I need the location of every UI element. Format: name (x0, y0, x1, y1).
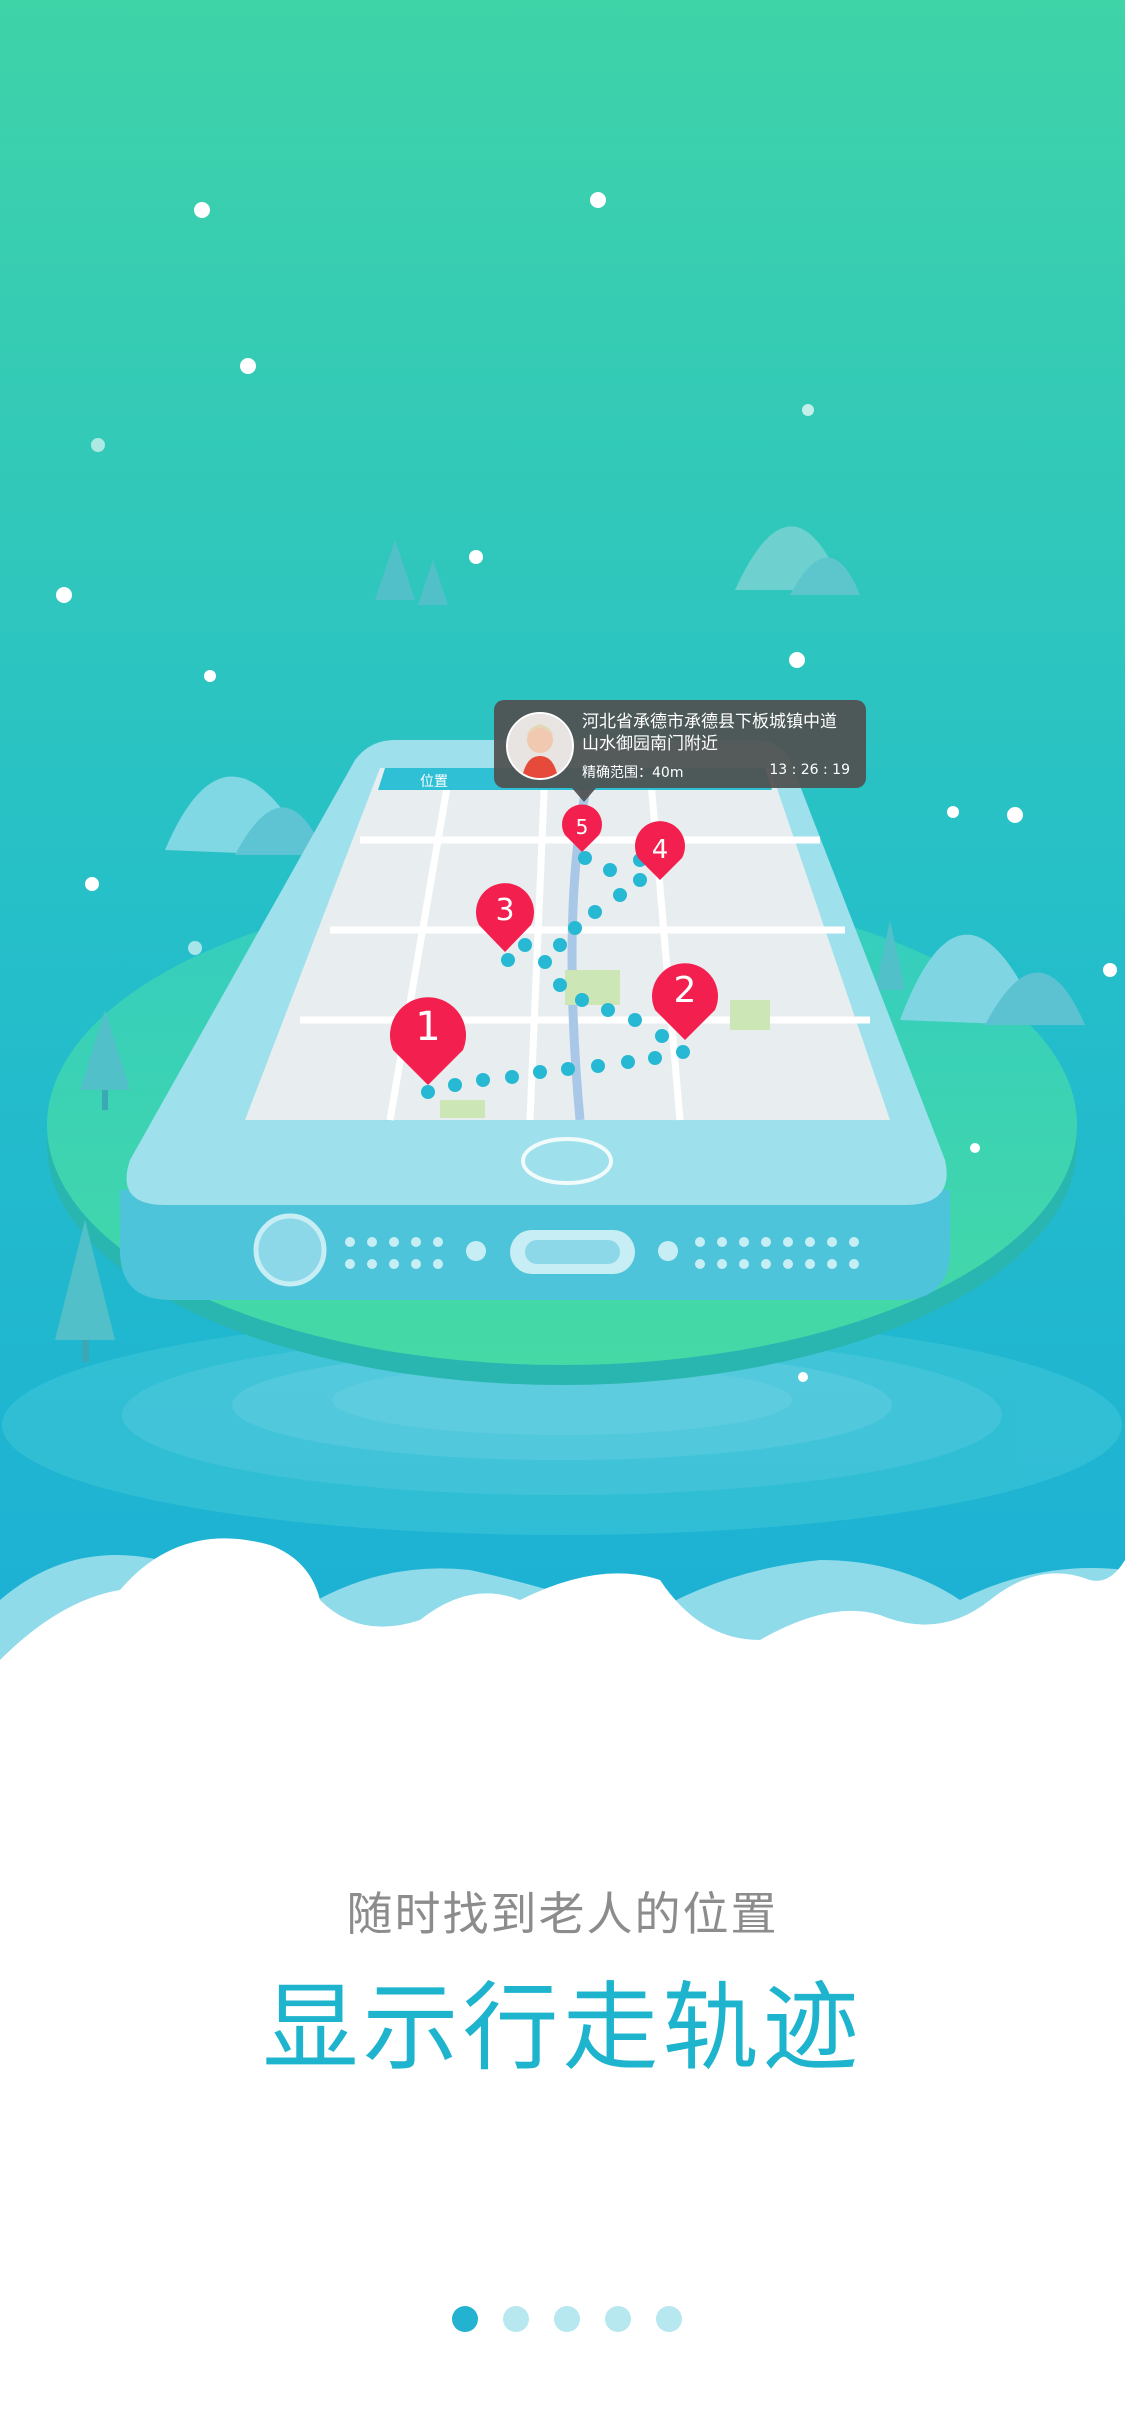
pin-label: 5 (576, 815, 589, 839)
page-dot-2[interactable] (503, 2306, 529, 2332)
timestamp: 13 : 26 : 19 (769, 762, 850, 778)
address-line-2: 山水御园南门附近 (582, 734, 718, 754)
page-dot-1[interactable] (452, 2306, 478, 2332)
avatar (506, 712, 574, 780)
phone-header-title: 位置 (420, 774, 448, 790)
location-tooltip[interactable]: 河北省承德市承德县下板城镇中道 山水御园南门附近 精确范围：40m 13 : 2… (494, 700, 866, 802)
illustration: 位置 1 2 3 4 5 (0, 0, 1125, 1680)
pin-label: 3 (495, 893, 514, 928)
page-dot-3[interactable] (554, 2306, 580, 2332)
subtitle: 随时找到老人的位置 (346, 1887, 779, 1941)
pin-label: 4 (652, 835, 669, 865)
onboarding-screen: 位置 1 2 3 4 5 河北省承德市承德县下板城镇中道 山水御园南门附近 精确… (0, 0, 1125, 2435)
pin-label: 2 (674, 970, 697, 1011)
page-title: 显示行走轨迹 (262, 1972, 863, 2084)
pin-label: 1 (415, 1004, 440, 1050)
page-dot-5[interactable] (656, 2306, 682, 2332)
address-line-1: 河北省承德市承德县下板城镇中道 (582, 712, 837, 732)
pagination-dots[interactable] (452, 2306, 682, 2336)
page-dot-4[interactable] (605, 2306, 631, 2332)
accuracy-range: 精确范围：40m (582, 765, 684, 781)
